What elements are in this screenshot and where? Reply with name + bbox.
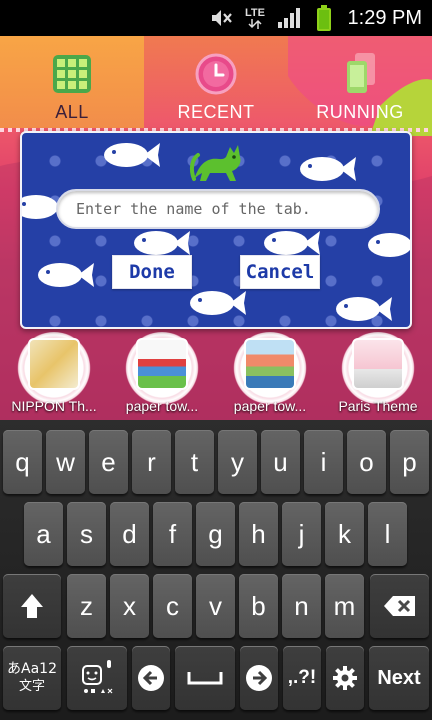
key-h[interactable]: h xyxy=(239,502,278,566)
key-w[interactable]: w xyxy=(46,430,85,494)
app-label: NIPPON Th... xyxy=(11,398,97,414)
key-j[interactable]: j xyxy=(282,502,321,566)
key-x[interactable]: x xyxy=(110,574,149,638)
fish-icon xyxy=(134,231,190,255)
key-a[interactable]: a xyxy=(24,502,63,566)
fish-icon xyxy=(368,233,410,257)
key-m[interactable]: m xyxy=(325,574,364,638)
tab-all[interactable]: ALL xyxy=(0,36,144,128)
fish-icon xyxy=(264,231,320,255)
app-thumbnail xyxy=(136,338,188,390)
app-thumbnail xyxy=(244,338,296,390)
battery-icon xyxy=(312,0,336,36)
key-p[interactable]: p xyxy=(390,430,429,494)
key-d[interactable]: d xyxy=(110,502,149,566)
key-v[interactable]: v xyxy=(196,574,235,638)
backspace-key[interactable] xyxy=(370,574,429,638)
space-icon xyxy=(187,672,223,685)
settings-key[interactable] xyxy=(326,646,364,710)
fish-icon xyxy=(300,157,356,181)
emoticon-icon xyxy=(82,660,113,694)
key-s[interactable]: s xyxy=(67,502,106,566)
app-label: Paris Theme xyxy=(338,398,418,414)
key-r[interactable]: r xyxy=(132,430,171,494)
key-b[interactable]: b xyxy=(239,574,278,638)
emoji-voice-key[interactable] xyxy=(67,646,127,710)
key-o[interactable]: o xyxy=(347,430,386,494)
shift-key[interactable] xyxy=(3,574,61,638)
cursor-right-key[interactable] xyxy=(240,646,278,710)
gear-icon xyxy=(333,666,357,690)
app-thumbnail xyxy=(28,338,80,390)
fish-icon xyxy=(190,291,246,315)
app-item[interactable]: NIPPON Th... xyxy=(0,328,108,420)
cat-icon xyxy=(189,145,241,181)
input-mode-top-label: あAa12 xyxy=(7,661,57,677)
arrow-left-icon xyxy=(138,665,164,691)
key-k[interactable]: k xyxy=(325,502,364,566)
shift-icon xyxy=(21,594,43,618)
tab-all-label: ALL xyxy=(55,102,89,122)
key-c[interactable]: c xyxy=(153,574,192,638)
soft-keyboard: q w e r t y u i o p a s d f g h j k l z … xyxy=(0,420,432,720)
mute-icon xyxy=(206,0,236,36)
fish-icon xyxy=(38,263,94,287)
key-e[interactable]: e xyxy=(89,430,128,494)
app-thumbnail xyxy=(352,338,404,390)
key-y[interactable]: y xyxy=(218,430,257,494)
backspace-icon xyxy=(383,596,415,616)
running-apps-icon xyxy=(338,52,382,96)
tab-recent[interactable]: RECENT xyxy=(144,36,288,128)
key-g[interactable]: g xyxy=(196,502,235,566)
tab-name-dialog: Done Cancel xyxy=(20,131,412,329)
key-n[interactable]: n xyxy=(282,574,321,638)
lte-icon: LTE xyxy=(240,0,270,36)
key-f[interactable]: f xyxy=(153,502,192,566)
app-item[interactable]: Paris Theme xyxy=(324,328,432,420)
next-key[interactable]: Next xyxy=(369,646,429,710)
tab-bar: ALL RECENT RUNNING xyxy=(0,36,432,128)
network-type-label: LTE xyxy=(245,6,265,19)
grid-icon xyxy=(50,52,94,96)
key-l[interactable]: l xyxy=(368,502,407,566)
tab-running[interactable]: RUNNING xyxy=(288,36,432,128)
key-i[interactable]: i xyxy=(304,430,343,494)
clock-icon xyxy=(194,52,238,96)
input-mode-bottom-label: 文字 xyxy=(18,679,45,694)
app-item[interactable]: paper tow... xyxy=(216,328,324,420)
signal-icon xyxy=(276,0,304,36)
key-t[interactable]: t xyxy=(175,430,214,494)
fish-icon xyxy=(104,143,160,167)
key-u[interactable]: u xyxy=(261,430,300,494)
app-grid-row: NIPPON Th... paper tow... paper tow... P… xyxy=(0,328,432,420)
app-label: paper tow... xyxy=(233,398,307,414)
cancel-button[interactable]: Cancel xyxy=(240,255,320,289)
input-mode-key[interactable]: あAa12 文字 xyxy=(3,646,61,710)
fish-icon xyxy=(336,297,392,321)
space-key[interactable] xyxy=(175,646,235,710)
key-q[interactable]: q xyxy=(3,430,42,494)
tab-running-label: RUNNING xyxy=(316,102,404,122)
tab-recent-label: RECENT xyxy=(177,102,255,122)
clock-time: 1:29 PM xyxy=(347,6,422,29)
punctuation-key[interactable]: ,.?! xyxy=(283,646,321,710)
status-bar: LTE 1:29 PM xyxy=(0,0,432,36)
key-z[interactable]: z xyxy=(67,574,106,638)
tab-name-input[interactable] xyxy=(56,189,380,229)
done-button[interactable]: Done xyxy=(112,255,192,289)
arrow-right-icon xyxy=(246,665,272,691)
app-item[interactable]: paper tow... xyxy=(108,328,216,420)
app-label: paper tow... xyxy=(125,398,199,414)
cursor-left-key[interactable] xyxy=(132,646,170,710)
